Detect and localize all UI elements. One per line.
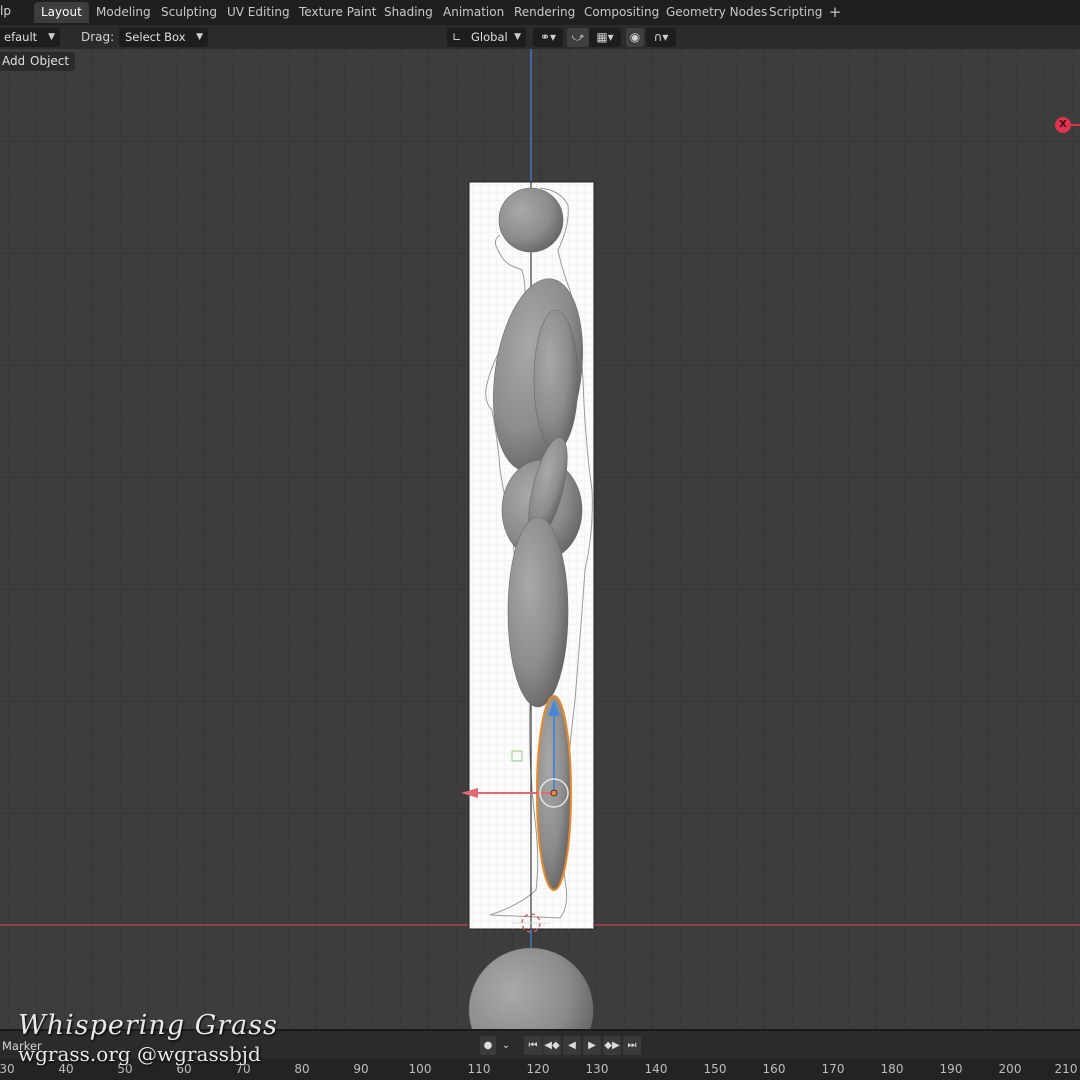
play-icon: ▶	[588, 1040, 596, 1051]
proportional-falloff-button[interactable]: ∩▾	[646, 28, 676, 47]
top-bar: lp Layout Modeling Sculpting UV Editing …	[0, 0, 1080, 25]
frame-tick: 120	[526, 1062, 550, 1076]
drag-select-dropdown[interactable]: Select Box ▼	[119, 28, 208, 47]
frame-tick: 130	[585, 1062, 609, 1076]
help-menu[interactable]: lp	[0, 4, 11, 18]
tab-sculpting[interactable]: Sculpting	[154, 2, 224, 23]
object-menu[interactable]: Object	[24, 52, 76, 71]
play-button[interactable]: ▶	[583, 1036, 601, 1055]
head-sphere	[498, 187, 564, 253]
jump-end-icon: ⏭	[627, 1040, 637, 1051]
snap-magnet-icon: ⤻	[571, 30, 585, 44]
drag-label: Drag:	[81, 30, 115, 44]
tab-uv-editing[interactable]: UV Editing	[220, 2, 297, 23]
frame-tick: 210	[1054, 1062, 1078, 1076]
thigh-ellipsoid	[507, 516, 569, 708]
watermark-title: Whispering Grass	[18, 1010, 278, 1041]
add-workspace-button[interactable]: +	[826, 2, 844, 23]
tab-texture-paint[interactable]: Texture Paint	[292, 2, 383, 23]
proportional-edit-toggle[interactable]: ◉	[626, 28, 644, 47]
keying-dropdown[interactable]: ⌄	[498, 1036, 514, 1055]
orientation-value: efault	[4, 30, 38, 44]
prev-keyframe-icon: ◀◆	[544, 1040, 560, 1051]
frame-tick: 170	[821, 1062, 845, 1076]
frame-tick: 200	[998, 1062, 1022, 1076]
next-keyframe-button[interactable]: ◆▶	[603, 1036, 621, 1055]
watermark: Whispering Grass wgrass.org @wgrassbjd	[18, 1010, 278, 1066]
axis-icon: ∟	[452, 30, 462, 44]
frame-tick: 160	[762, 1062, 786, 1076]
nav-gizmo-x-axis	[1071, 124, 1080, 126]
tab-shading[interactable]: Shading	[377, 2, 440, 23]
frame-tick: 150	[703, 1062, 727, 1076]
snap-increment-icon: ▦▾	[596, 30, 614, 44]
transform-orientation-dropdown[interactable]: ∟ Global ▼	[447, 28, 526, 47]
jump-end-button[interactable]: ⏭	[623, 1036, 641, 1055]
tab-layout[interactable]: Layout	[34, 2, 89, 23]
3d-viewport[interactable]	[0, 49, 1080, 1029]
tool-settings-bar: efault ▼ Drag: Select Box ▼ ∟ Global ▼ ⚭…	[0, 25, 1080, 49]
orientation-dropdown[interactable]: efault ▼	[0, 28, 60, 47]
tab-compositing[interactable]: Compositing	[577, 2, 666, 23]
snap-toggle-button[interactable]: ⤻	[567, 28, 589, 47]
chevron-down-icon: ▼	[514, 32, 521, 42]
tab-scripting[interactable]: Scripting	[762, 2, 829, 23]
pivot-point-button[interactable]: ⚭▾	[533, 28, 563, 47]
frame-tick: 110	[467, 1062, 491, 1076]
frame-tick: 140	[644, 1062, 668, 1076]
chevron-down-icon: ▼	[196, 32, 203, 42]
record-icon: ●	[483, 1040, 493, 1051]
frame-tick: 30	[0, 1062, 15, 1076]
chevron-down-icon: ▼	[48, 32, 55, 42]
prev-keyframe-button[interactable]: ◀◆	[543, 1036, 561, 1055]
jump-start-button[interactable]: ⏮	[524, 1036, 542, 1055]
tab-geometry-nodes[interactable]: Geometry Nodes	[659, 2, 774, 23]
tab-rendering[interactable]: Rendering	[507, 2, 582, 23]
upper-arm-ellipsoid	[533, 309, 579, 451]
watermark-handle: wgrass.org @wgrassbjd	[18, 1042, 261, 1066]
tab-modeling[interactable]: Modeling	[89, 2, 158, 23]
transform-orientation-value: Global	[471, 30, 508, 44]
snap-target-button[interactable]: ▦▾	[589, 28, 621, 47]
frame-tick: 80	[294, 1062, 310, 1076]
jump-start-icon: ⏮	[528, 1040, 538, 1051]
viewport-scene	[0, 49, 1080, 1029]
frame-tick: 100	[408, 1062, 432, 1076]
pivot-link-icon: ⚭▾	[539, 30, 557, 44]
falloff-curve-icon: ∩▾	[653, 30, 669, 44]
ground-sphere	[468, 947, 594, 1029]
chevron-down-icon: ⌄	[501, 1040, 511, 1051]
record-button[interactable]: ●	[480, 1036, 496, 1055]
frame-tick: 90	[353, 1062, 369, 1076]
frame-tick: 190	[939, 1062, 963, 1076]
proportional-dot-icon: ◉	[629, 30, 641, 44]
frame-tick: 180	[880, 1062, 904, 1076]
play-reverse-icon: ◀	[568, 1040, 576, 1051]
play-reverse-button[interactable]: ◀	[563, 1036, 581, 1055]
object-origin	[550, 789, 558, 797]
nav-gizmo-x-icon[interactable]: X	[1055, 117, 1071, 133]
next-keyframe-icon: ◆▶	[604, 1040, 620, 1051]
tab-animation[interactable]: Animation	[436, 2, 511, 23]
drag-select-value: Select Box	[125, 30, 186, 44]
